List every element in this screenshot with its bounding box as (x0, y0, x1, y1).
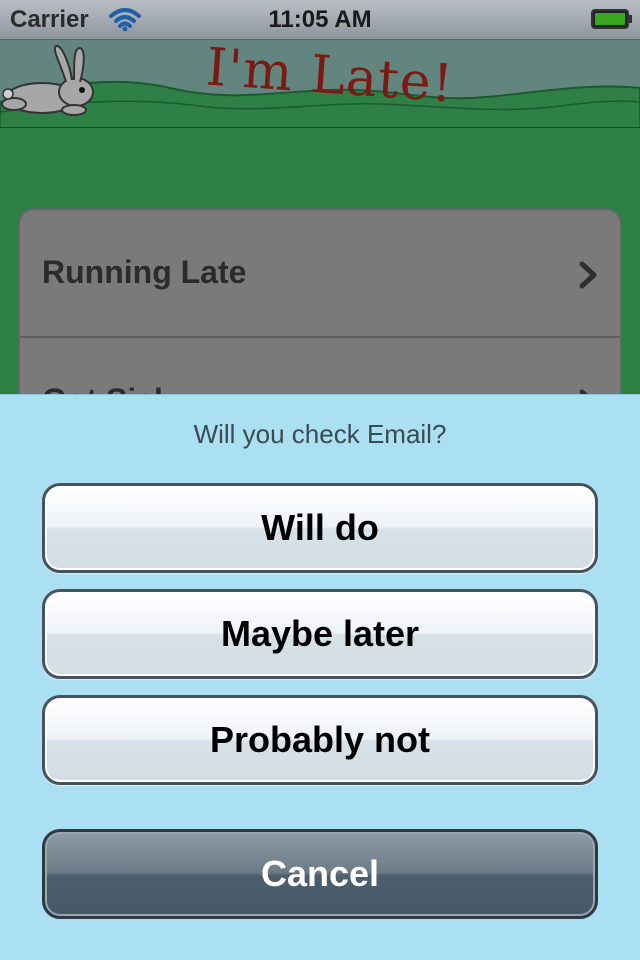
battery-full-icon (591, 9, 632, 29)
status-time: 11:05 AM (268, 6, 372, 33)
rabbit-icon (1, 45, 94, 116)
action-sheet: Will you check Email? Will do Maybe late… (0, 394, 640, 960)
maybe-later-button[interactable]: Maybe later (42, 589, 598, 679)
chevron-right-icon (579, 261, 597, 289)
status-bar: Carrier 11:05 AM (0, 0, 640, 40)
will-do-button[interactable]: Will do (42, 483, 598, 573)
action-sheet-title: Will you check Email? (193, 419, 447, 449)
probably-not-button[interactable]: Probably not (42, 695, 598, 785)
app-header: I'm Late! (0, 40, 640, 128)
row-label: Running Late (42, 254, 247, 290)
table-row-running-late[interactable]: Running Late (20, 210, 620, 338)
cancel-button[interactable]: Cancel (42, 829, 598, 919)
